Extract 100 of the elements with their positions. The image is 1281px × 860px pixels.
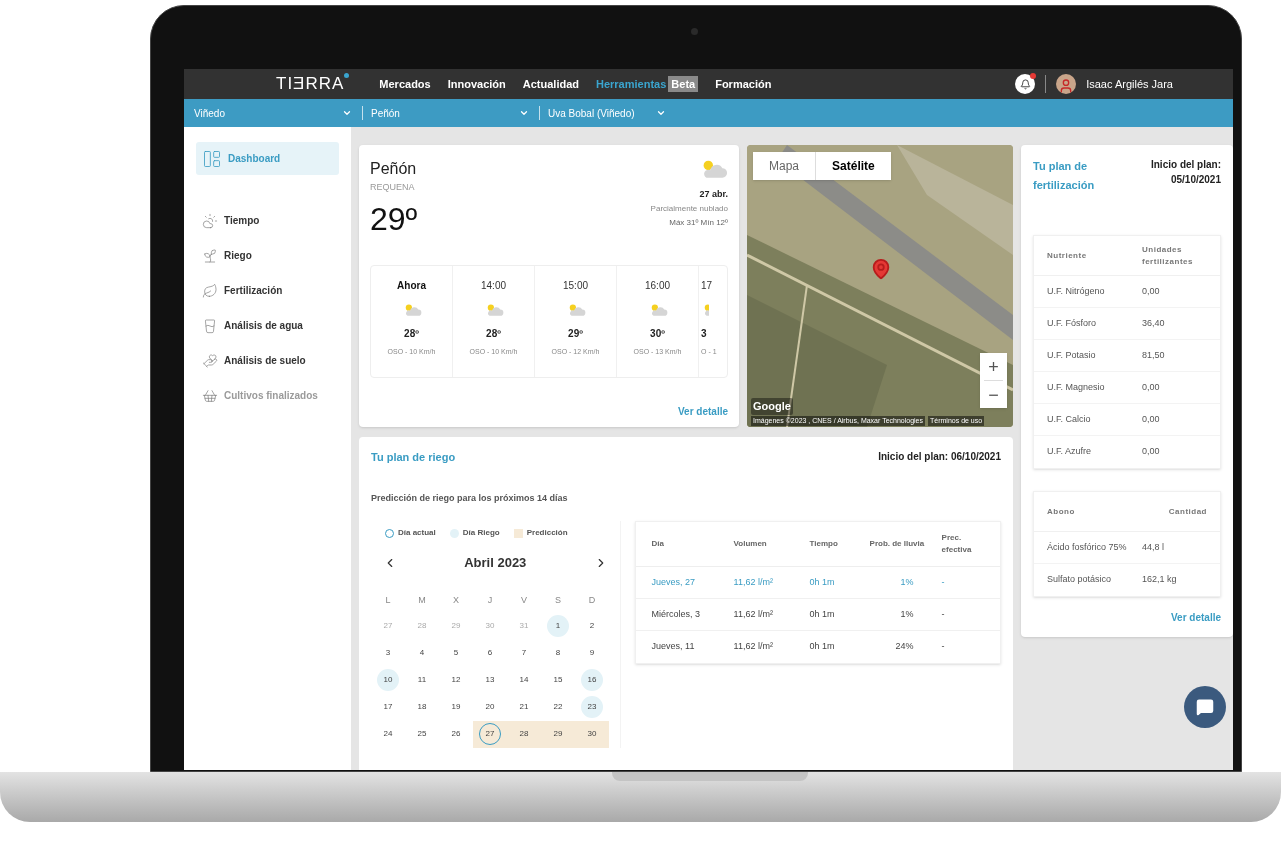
table-cell-text: 11,62 l/m² bbox=[733, 640, 774, 654]
beta-badge: Beta bbox=[668, 75, 699, 93]
nav-link[interactable]: Herramientas bbox=[596, 75, 667, 93]
column-header: Cantidad bbox=[1167, 505, 1207, 518]
notification-button[interactable] bbox=[1015, 74, 1036, 94]
sidebar-item[interactable]: Análisis de agua bbox=[196, 308, 339, 343]
nav-link[interactable]: Innovación bbox=[447, 75, 506, 93]
table-cell-text: 162,1 kg bbox=[1142, 573, 1178, 587]
calendar-day[interactable]: 25 bbox=[411, 723, 433, 745]
plan-start-label: Inicio del plan: bbox=[1151, 158, 1221, 172]
calendar-day[interactable]: 4 bbox=[411, 642, 433, 664]
sidebar-item[interactable]: Análisis de suelo bbox=[196, 343, 339, 378]
temperature: 29º bbox=[370, 199, 418, 239]
table-cell-text: U.F. Azufre bbox=[1047, 445, 1092, 459]
nav-link[interactable]: Formación bbox=[715, 75, 772, 93]
calendar-day[interactable]: 14 bbox=[513, 669, 535, 691]
calendar-day[interactable]: 22 bbox=[547, 696, 569, 718]
weekday-label: J bbox=[486, 593, 494, 607]
zoom-out-button[interactable]: − bbox=[980, 381, 1007, 408]
cloud-sun-icon bbox=[202, 212, 218, 229]
table-cell-text: 81,50 bbox=[1142, 348, 1166, 362]
column-header: Unidades fertilizantes bbox=[1142, 243, 1194, 268]
month-title: Abril 2023 bbox=[464, 554, 527, 572]
table-cell-text: U.F. Nitrógeno bbox=[1047, 284, 1106, 298]
table-cell-text: 0,00 bbox=[1142, 445, 1161, 459]
hour-temperature: 30º bbox=[650, 326, 665, 341]
calendar-day[interactable]: 5 bbox=[445, 642, 467, 664]
legend-label: Día Riego bbox=[462, 527, 500, 539]
user-name[interactable]: Isaac Argilés Jara bbox=[1086, 75, 1173, 93]
column-header: Nutriente bbox=[1047, 249, 1088, 262]
calendar-day[interactable]: 29 bbox=[547, 723, 569, 745]
calendar-day[interactable]: 7 bbox=[513, 642, 535, 664]
nav-link[interactable]: Actualidad bbox=[522, 75, 579, 93]
card-title: Tu plan de fertilización bbox=[1033, 159, 1096, 193]
map-type-tab[interactable]: Mapa bbox=[753, 152, 816, 180]
calendar-day[interactable]: 16 bbox=[581, 669, 603, 691]
plan-start: Inicio del plan: 06/10/2021 bbox=[878, 450, 1001, 464]
calendar-day[interactable]: 26 bbox=[445, 723, 467, 745]
calendar-day[interactable]: 11 bbox=[411, 669, 433, 691]
avatar[interactable] bbox=[1056, 74, 1077, 94]
date: 27 abr. bbox=[699, 187, 728, 201]
hour-temperature: 28º bbox=[486, 326, 501, 341]
calendar-day[interactable]: 28 bbox=[513, 723, 535, 745]
calendar-day[interactable]: 18 bbox=[411, 696, 433, 718]
table-row[interactable]: Jueves, 11 11,62 l/m² 0h 1m 24% - bbox=[635, 631, 1000, 663]
calendar-day[interactable]: 19 bbox=[445, 696, 467, 718]
table-cell-text: 0h 1m bbox=[809, 640, 836, 654]
temperature-range: Máx 31º Mín 12º bbox=[669, 217, 728, 229]
weekday-label: M bbox=[417, 593, 427, 607]
table-cell-text: 0h 1m bbox=[809, 575, 836, 589]
calendar-day[interactable]: 24 bbox=[377, 723, 399, 745]
calendar-day[interactable]: 6 bbox=[479, 642, 501, 664]
plan-start-date: 05/10/2021 bbox=[1170, 173, 1221, 187]
calendar-day[interactable]: 30 bbox=[581, 723, 603, 745]
calendar-day[interactable]: 15 bbox=[547, 669, 569, 691]
hour-temperature: 29º bbox=[568, 326, 583, 341]
hour-temperature: 3 bbox=[701, 326, 707, 341]
table-cell-text: Ácido fosfórico 75% bbox=[1047, 540, 1128, 554]
calendar-day[interactable]: 9 bbox=[581, 642, 603, 664]
table-cell-text: - bbox=[940, 640, 946, 654]
zoom-in-button[interactable]: + bbox=[980, 353, 1007, 380]
table-row[interactable]: Miércoles, 3 11,62 l/m² 0h 1m 1% - bbox=[635, 599, 1000, 631]
subtitle: Predicción de riego para los próximos 14 días bbox=[371, 491, 569, 505]
calendar-day[interactable]: 10 bbox=[377, 669, 399, 691]
calendar-day[interactable]: 12 bbox=[445, 669, 467, 691]
calendar-day[interactable]: 17 bbox=[377, 696, 399, 718]
bell-icon bbox=[1019, 78, 1031, 90]
weekday-label: S bbox=[554, 593, 562, 607]
table-cell-text: Miércoles, 3 bbox=[651, 607, 702, 621]
calendar-day[interactable]: 23 bbox=[581, 696, 603, 718]
calendar-day[interactable]: 2 bbox=[581, 615, 603, 637]
logo-dot-icon bbox=[344, 73, 350, 79]
weekday-label: L bbox=[384, 593, 392, 607]
map-type-tab[interactable]: Satélite bbox=[815, 152, 891, 180]
place-name: Peñón bbox=[370, 159, 418, 179]
calendar-day[interactable]: 1 bbox=[547, 615, 569, 637]
table-cell-text: 11,62 l/m² bbox=[733, 575, 774, 589]
sidebar-item[interactable]: Riego bbox=[196, 238, 339, 273]
column-header: Tiempo bbox=[809, 538, 839, 550]
chat-button[interactable] bbox=[1184, 686, 1226, 728]
table-cell-text: 0,00 bbox=[1142, 412, 1161, 426]
calendar-day[interactable]: 3 bbox=[377, 642, 399, 664]
column-header: Prob. de lluvia bbox=[869, 538, 926, 550]
logo[interactable]: TIƎRRA bbox=[276, 71, 345, 97]
table-cell-text: - bbox=[940, 607, 946, 621]
hour-label: Ahora bbox=[397, 278, 426, 293]
legend-label: Predicción bbox=[526, 527, 568, 539]
nav-link[interactable]: Mercados bbox=[379, 75, 431, 93]
sidebar-item[interactable]: Tiempo bbox=[196, 203, 339, 238]
condition: Parcialmente nublado bbox=[650, 203, 728, 215]
calendar-day[interactable]: 8 bbox=[547, 642, 569, 664]
chevron-down-icon bbox=[342, 108, 352, 118]
table-cell-text: U.F. Calcio bbox=[1047, 412, 1092, 426]
table-cell-text: 1% bbox=[899, 575, 914, 589]
sidebar-item[interactable]: Fertilización bbox=[196, 273, 339, 308]
calendar-day[interactable]: 20 bbox=[479, 696, 501, 718]
column-header: Volumen bbox=[733, 538, 768, 550]
calendar-day[interactable]: 13 bbox=[479, 669, 501, 691]
chevron-down-icon bbox=[656, 108, 666, 118]
calendar-day[interactable]: 21 bbox=[513, 696, 535, 718]
